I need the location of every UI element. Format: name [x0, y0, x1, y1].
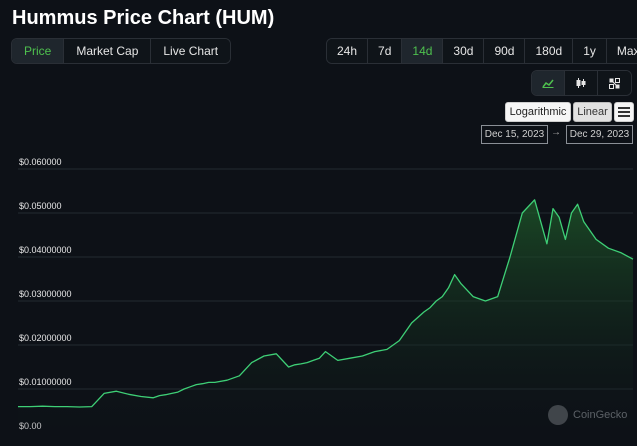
- price-chart: $0.00$0.01000000$0.02000000$0.03000000$0…: [18, 157, 634, 433]
- price-area-fill: [18, 199, 633, 433]
- watermark-text: CoinGecko: [573, 409, 628, 421]
- y-tick-label: $0.03000000: [19, 289, 72, 299]
- coingecko-logo-icon: [548, 405, 568, 425]
- y-tick-label: $0.050000: [19, 201, 62, 211]
- y-tick-label: $0.01000000: [19, 377, 72, 387]
- coingecko-watermark: CoinGecko: [548, 405, 627, 425]
- y-tick-label: $0.04000000: [19, 245, 72, 255]
- y-tick-label: $0.02000000: [19, 333, 72, 343]
- y-axis-labels: $0.00$0.01000000$0.02000000$0.03000000$0…: [19, 157, 72, 431]
- y-tick-label: $0.060000: [19, 157, 62, 167]
